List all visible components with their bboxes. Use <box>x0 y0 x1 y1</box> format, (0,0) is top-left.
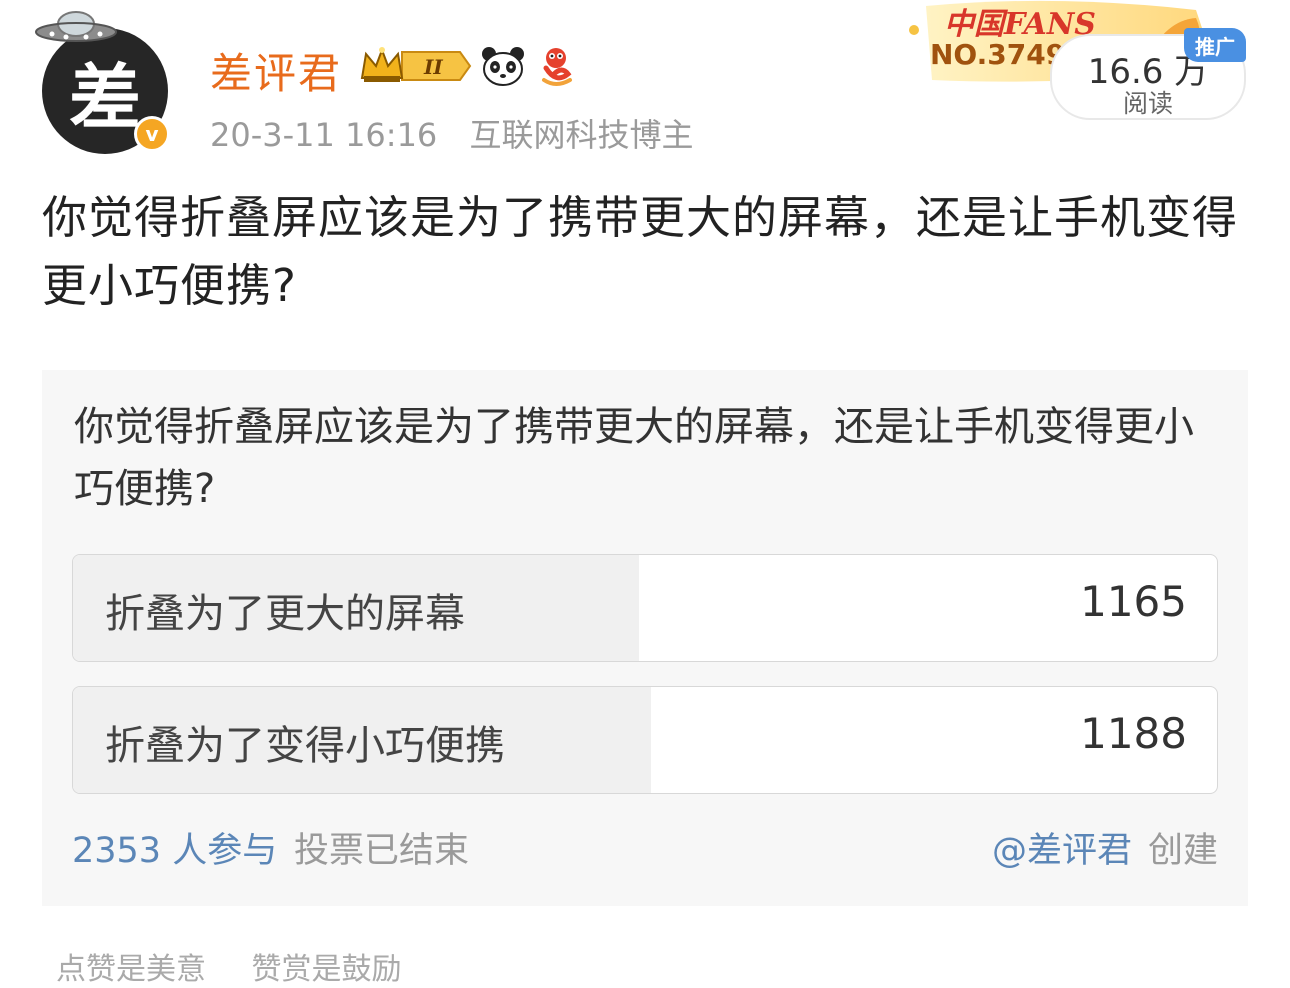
reward-tip-tip: 赞赏是鼓励 <box>251 952 402 987</box>
poll-option-count: 1165 <box>1080 577 1187 626</box>
post-timestamp: 20-3-11 16:16 <box>210 116 438 154</box>
reward-tip-like: 点赞是美意 <box>56 952 206 987</box>
post-meta: 20-3-11 16:16 互联网科技博主 <box>210 110 693 156</box>
author-name[interactable]: 差评君 <box>210 40 342 101</box>
level-text: II <box>423 55 443 79</box>
ufo-frame-icon <box>35 11 117 42</box>
post-text: 你觉得折叠屏应该是为了携带更大的屏幕，还是让手机变得更小巧便携? <box>42 191 1239 312</box>
panda-icon <box>482 47 524 86</box>
poll-option-label: 折叠为了更大的屏幕 <box>105 591 465 637</box>
poll-card: 你觉得折叠屏应该是为了携带更大的屏幕，还是让手机变得更小巧便携? 折叠为了更大的… <box>42 370 1248 906</box>
author-avatar[interactable]: 差 v <box>35 11 170 154</box>
snake-mascot-icon <box>542 48 572 86</box>
poll-option[interactable]: 折叠为了变得小巧便携 1188 <box>72 686 1218 794</box>
poll-question: 你觉得折叠屏应该是为了携带更大的屏幕，还是让手机变得更小巧便携? <box>74 404 1194 512</box>
fans-number: NO.37492 <box>930 38 1070 71</box>
creator-mention-link[interactable]: @差评君 <box>992 831 1132 871</box>
poll-status: 投票已结束 <box>294 831 470 871</box>
poll-option-count: 1188 <box>1080 709 1187 758</box>
verified-badge-icon: v <box>134 116 170 152</box>
read-label: 阅读 <box>1122 89 1173 118</box>
poll-footer: 2353 人参与 投票已结束 @差评君 创建 <box>72 822 1218 871</box>
poll-option-label: 折叠为了变得小巧便携 <box>105 723 505 769</box>
poll-option[interactable]: 折叠为了更大的屏幕 1165 <box>72 554 1218 662</box>
vip-crown-icon: II <box>360 47 472 82</box>
author-description: 互联网科技博主 <box>469 116 694 154</box>
promo-tag: 推广 <box>1184 28 1246 62</box>
reward-tip: 点赞是美意 赞赏是鼓励 <box>56 944 402 988</box>
avatar-char: 差 <box>68 54 141 140</box>
creator-suffix: 创建 <box>1147 831 1218 871</box>
poll-participants[interactable]: 2353 人参与 <box>72 822 277 873</box>
poll-creator: @差评君 创建 <box>992 822 1218 873</box>
verify-mark: v <box>145 122 159 146</box>
